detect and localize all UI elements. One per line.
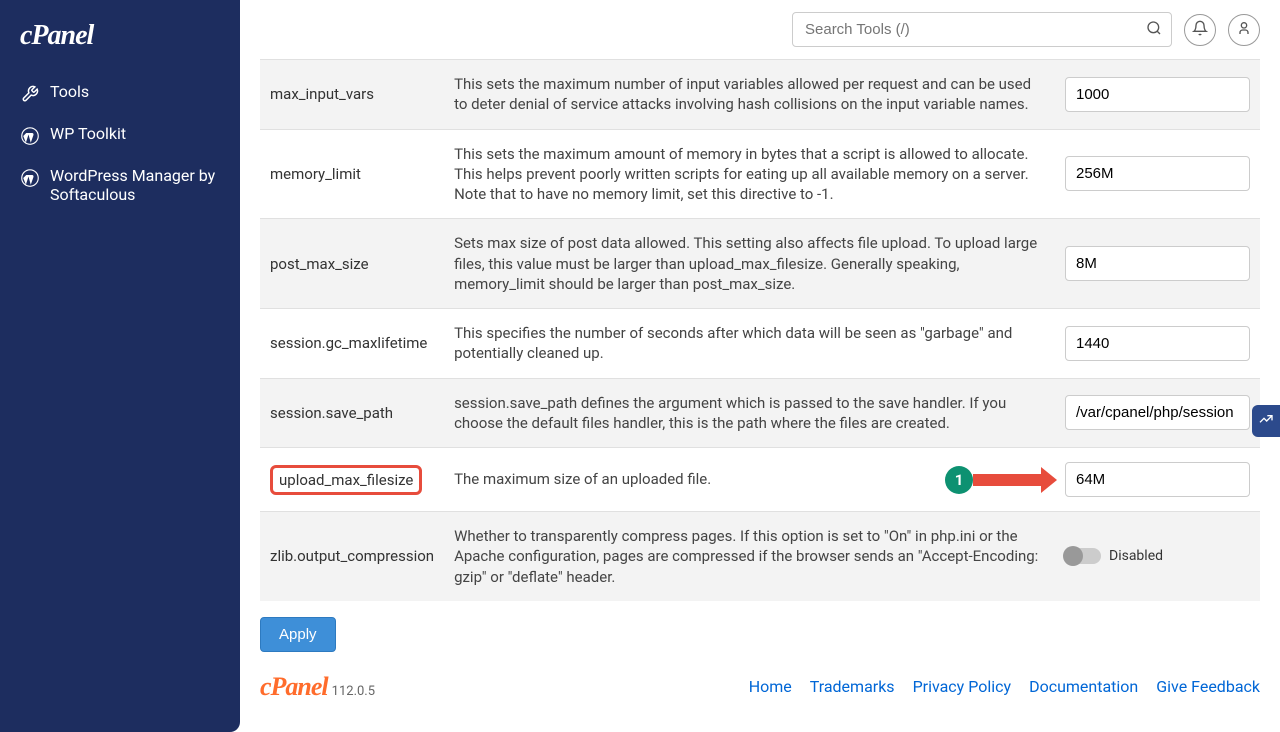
setting-description: This specifies the number of seconds aft… [444,309,1055,379]
tools-icon [20,84,40,104]
footer-link-documentation[interactable]: Documentation [1029,677,1138,696]
annotation-badge: 1 [945,466,973,494]
settings-table: max_input_varsThis sets the maximum numb… [260,59,1260,601]
highlight-box: upload_max_filesize [270,465,422,495]
search-box [792,12,1172,47]
setting-control [1055,309,1260,379]
setting-row-session-gc-maxlifetime: session.gc_maxlifetimeThis specifies the… [260,309,1260,379]
side-tab-button[interactable] [1252,405,1280,437]
footer-logo: cPanel [260,672,328,702]
setting-control: Disabled [1055,512,1260,601]
setting-row-post-max-size: post_max_sizeSets max size of post data … [260,219,1260,309]
footer-branding: cPanel 112.0.5 [260,672,375,702]
notifications-button[interactable] [1184,14,1216,46]
setting-description: This sets the maximum number of input va… [444,60,1055,130]
setting-row-max-input-vars: max_input_varsThis sets the maximum numb… [260,60,1260,130]
sidebar-item-label: Tools [50,82,89,101]
setting-input[interactable] [1065,246,1250,281]
setting-name: upload_max_filesize [260,448,444,512]
setting-control [1055,129,1260,219]
setting-input[interactable] [1065,77,1250,112]
setting-control [1055,219,1260,309]
logo: cPanel [0,20,240,72]
setting-row-zlib-output-compression: zlib.output_compressionWhether to transp… [260,512,1260,601]
setting-name: session.gc_maxlifetime [260,309,444,379]
setting-control [1055,60,1260,130]
setting-row-session-save-path: session.save_pathsession.save_path defin… [260,378,1260,448]
setting-input[interactable] [1065,395,1250,430]
setting-input[interactable] [1065,462,1250,497]
settings-panel: max_input_varsThis sets the maximum numb… [240,59,1280,732]
setting-control [1055,378,1260,448]
setting-name: zlib.output_compression [260,512,444,601]
sidebar-item-label: WordPress Manager by Softaculous [50,166,220,204]
setting-row-memory-limit: memory_limitThis sets the maximum amount… [260,129,1260,219]
sidebar-item-tools[interactable]: Tools [0,72,240,114]
toggle-switch[interactable] [1065,548,1101,564]
setting-input[interactable] [1065,326,1250,361]
logo-text: cPanel [20,20,93,51]
footer-link-home[interactable]: Home [749,677,792,696]
footer-link-privacy-policy[interactable]: Privacy Policy [913,677,1012,696]
setting-name: post_max_size [260,219,444,309]
chart-icon [1258,411,1274,431]
topbar [240,0,1280,59]
user-button[interactable] [1228,14,1260,46]
toggle-label: Disabled [1109,548,1163,564]
setting-control: 1 [1055,448,1260,512]
setting-description: This sets the maximum amount of memory i… [444,129,1055,219]
wordpress-icon [20,126,40,146]
apply-button[interactable]: Apply [260,617,336,652]
sidebar: cPanel Tools WP Toolkit WordPress Manage… [0,0,240,732]
setting-description: Whether to transparently compress pages.… [444,512,1055,601]
setting-row-upload-max-filesize: upload_max_filesizeThe maximum size of a… [260,448,1260,512]
footer: cPanel 112.0.5 Home Trademarks Privacy Pol… [260,652,1260,712]
bell-icon [1192,20,1208,39]
setting-description: session.save_path defines the argument w… [444,378,1055,448]
search-icon[interactable] [1146,20,1162,40]
toggle-knob [1063,546,1083,566]
setting-name: memory_limit [260,129,444,219]
setting-description: Sets max size of post data allowed. This… [444,219,1055,309]
footer-version: 112.0.5 [332,684,375,699]
setting-input[interactable] [1065,156,1250,191]
sidebar-item-wp-toolkit[interactable]: WP Toolkit [0,114,240,156]
setting-name: max_input_vars [260,60,444,130]
main-content: max_input_varsThis sets the maximum numb… [240,0,1280,732]
footer-links: Home Trademarks Privacy Policy Documentatio… [749,677,1260,696]
sidebar-item-label: WP Toolkit [50,124,126,143]
footer-link-trademarks[interactable]: Trademarks [810,677,895,696]
user-icon [1236,20,1252,39]
sidebar-item-wp-manager[interactable]: WordPress Manager by Softaculous [0,156,240,214]
setting-name: session.save_path [260,378,444,448]
annotation-arrow [973,474,1043,486]
search-input[interactable] [792,12,1172,47]
wordpress-icon [20,168,40,188]
footer-link-give-feedback[interactable]: Give Feedback [1156,677,1260,696]
